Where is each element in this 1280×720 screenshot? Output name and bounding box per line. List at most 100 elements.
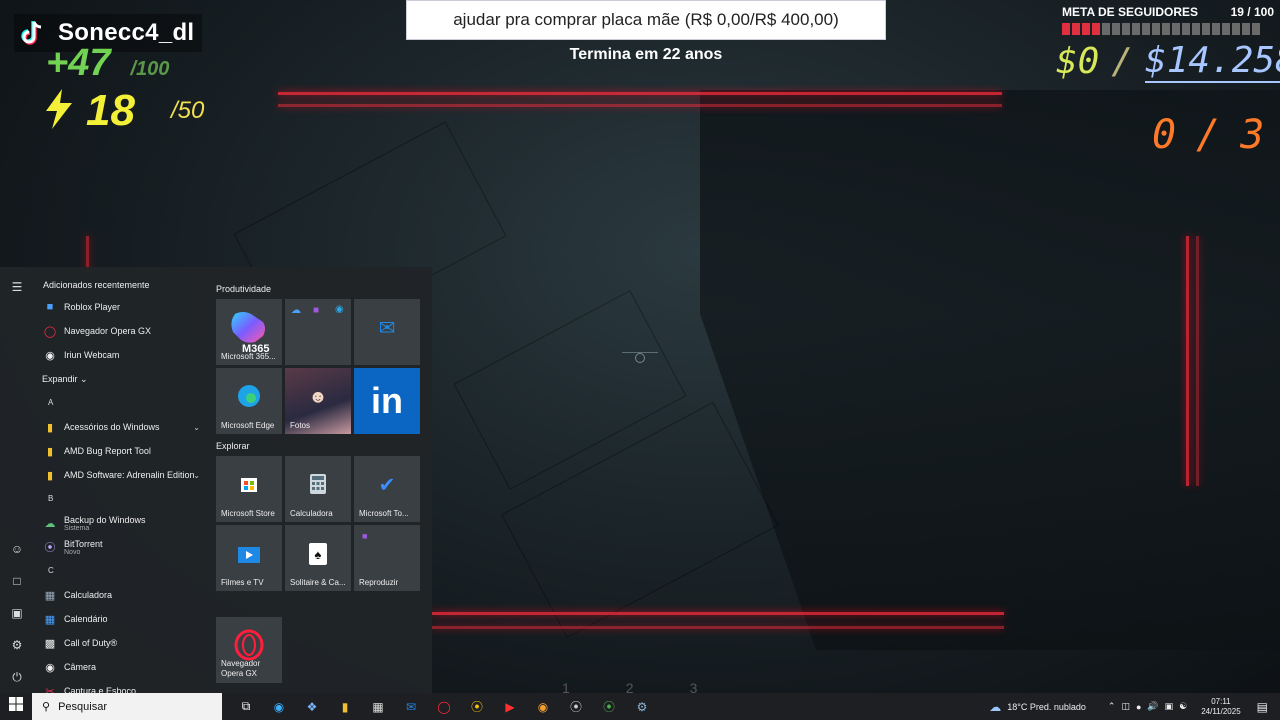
backup-icon: ☁ [44,517,56,530]
todo-icon: ✔ [378,474,396,497]
calendar-icon: ▦ [44,613,56,626]
app-folder-amd-adrenalin[interactable]: ▮ AMD Software: Adrenalin Edition ⌄ [36,463,208,487]
app-label: Câmera [64,662,97,672]
wifi-icon[interactable]: ☯ [1179,701,1187,712]
hud-kills: 0 / 3 [1152,112,1264,158]
app-windows-backup[interactable]: ☁ Backup do Windows Sistema [36,511,208,535]
lightning-icon [44,88,74,134]
app-label: AMD Software: Adrenalin Edition [64,470,195,480]
hud-health: +47 /100 [46,42,169,85]
hamburger-menu-icon[interactable]: ☰ [9,279,25,295]
taskbar-search[interactable]: ⚲ Pesquisar [32,693,222,720]
follower-goal-count: 19 / 100 [1230,5,1274,19]
app-call-of-duty[interactable]: ▩ Call of Duty® [36,631,208,655]
tile-office-apps[interactable]: ☁ ■ ◉ [285,299,351,365]
weather-icon[interactable]: ☁ [989,700,1001,714]
app-label-group: Backup do Windows Sistema [64,515,146,532]
tile-microsoft-todo[interactable]: ✔ Microsoft To... [354,456,420,522]
laser-line-top [278,92,1002,95]
store-icon[interactable]: ▦ [366,695,390,719]
task-view-icon[interactable]: ⧉ [234,695,258,719]
app-calendar[interactable]: ▦ Calendário [36,607,208,631]
file-explorer-icon[interactable]: ▮ [333,695,357,719]
app-opera-gx[interactable]: ◯ Navegador Opera GX [36,319,208,343]
health-value: +47 [46,42,111,84]
onenote-icon: ■ [313,305,320,316]
documents-icon[interactable]: □ [9,573,25,589]
follower-progress-segment [1112,23,1120,35]
follower-progress-segment [1202,23,1210,35]
folder-icon: ▮ [46,469,54,482]
section-letter-c[interactable]: C [36,559,208,583]
tile-play[interactable]: ■ Reproduzir [354,525,420,591]
tile-microsoft-store[interactable]: Microsoft Store [216,456,282,522]
tile-opera-gx[interactable]: Navegador Opera GX [216,617,282,683]
app-folder-amd-bug-report[interactable]: ▮ AMD Bug Report Tool [36,439,208,463]
app-folder-windows-accessories[interactable]: ▮ Acessórios do Windows ⌄ [36,415,208,439]
chrome-icon[interactable]: ⦿ [597,695,621,719]
follower-progress-segment [1132,23,1140,35]
tile-microsoft-edge[interactable]: Microsoft Edge [216,368,282,434]
steam-icon[interactable]: ⚙ [630,695,654,719]
tile-solitaire[interactable]: ♠ Solitaire & Ca... [285,525,351,591]
tile-photos[interactable]: ☻ Fotos [285,368,351,434]
app-iriun-webcam[interactable]: ◉ Iriun Webcam [36,343,208,367]
clock-date: 24/11/2025 [1201,706,1241,716]
monitor-icon[interactable]: ▣ [1165,701,1174,712]
folder-icon: ▮ [46,421,54,434]
tile-outlook[interactable]: ✉ [354,299,420,365]
laser-bar [1186,236,1189,486]
microphone-icon[interactable]: ● [1136,702,1141,712]
start-button[interactable] [0,693,32,720]
clock-time: 07:11 [1211,696,1231,706]
game-icon[interactable]: ◉ [531,695,555,719]
app-roblox-player[interactable]: ■ Roblox Player [36,295,208,319]
tile-linkedin[interactable]: in [354,368,420,434]
tile-calculator[interactable]: Calculadora [285,456,351,522]
section-letter-b[interactable]: B [36,487,208,511]
network-icon[interactable]: ◫ [1121,701,1130,712]
opera-icon[interactable]: ◯ [432,695,456,719]
outlook-icon[interactable]: ✉ [399,695,423,719]
tile-area: Produtividade M365 Microsoft 365... ☁ ■ … [216,279,426,683]
chrome-icon[interactable]: ⦿ [465,695,489,719]
edge-icon[interactable]: ◉ [267,695,291,719]
youtube-icon[interactable]: ▶ [498,695,522,719]
user-avatar-icon[interactable]: ☺ [9,541,25,557]
laser-line-bottom [432,612,1004,615]
app-calculator[interactable]: ▦ Calculadora [36,583,208,607]
group-title-explore: Explorar [216,441,250,451]
clock[interactable]: 07:11 24/11/2025 [1201,697,1240,717]
recent-header: Adicionados recentemente [43,280,150,290]
app-sublabel: Sistema [64,524,90,532]
app-label: AMD Bug Report Tool [64,446,151,456]
energy-value: 18 [86,86,135,135]
app-label: Backup do Windows [64,514,146,525]
weather-text[interactable]: 18°C Pred. nublado [1007,702,1086,712]
app-bittorrent[interactable]: ⦿ BitTorrent Novo [36,535,208,559]
notifications-icon[interactable]: ▤ [1257,700,1268,714]
donation-goal: ajudar pra comprar placa mãe (R$ 0,00/R$… [406,0,886,40]
app-sublabel: Novo [64,548,81,556]
roblox-icon: ■ [46,301,54,313]
speaker-icon[interactable]: 🔊 [1147,701,1158,712]
app-camera[interactable]: ◉ Câmera [36,655,208,679]
expand-button[interactable]: Expandir ⌄ [36,367,208,391]
power-icon[interactable]: ⏻ [9,669,25,685]
follower-progress-bar [1062,23,1274,35]
settings-gear-icon[interactable]: ⚙ [9,637,25,653]
hud-energy: 18 /50 [44,86,204,136]
obs-icon[interactable]: ⦿ [564,695,588,719]
taskbar-apps: ⧉ ◉ ❖ ▮ ▦ ✉ ◯ ⦿ ▶ ◉ ⦿ ⦿ ⚙ [234,695,654,719]
copilot-icon[interactable]: ❖ [300,695,324,719]
follower-progress-segment [1102,23,1110,35]
section-letter-a[interactable]: A [36,391,208,415]
taskbar: ⚲ Pesquisar ⧉ ◉ ❖ ▮ ▦ ✉ ◯ ⦿ ▶ ◉ ⦿ ⦿ ⚙ ☁ … [0,693,1280,720]
health-max: /100 [130,58,170,80]
tile-microsoft-365[interactable]: M365 Microsoft 365... [216,299,282,365]
kills-total: 3 [1240,112,1265,158]
chevron-up-icon[interactable]: ⌃ [1108,701,1116,712]
tile-movies-tv[interactable]: Filmes e TV [216,525,282,591]
app-label: Call of Duty® [64,638,118,648]
pictures-icon[interactable]: ▣ [9,605,25,621]
